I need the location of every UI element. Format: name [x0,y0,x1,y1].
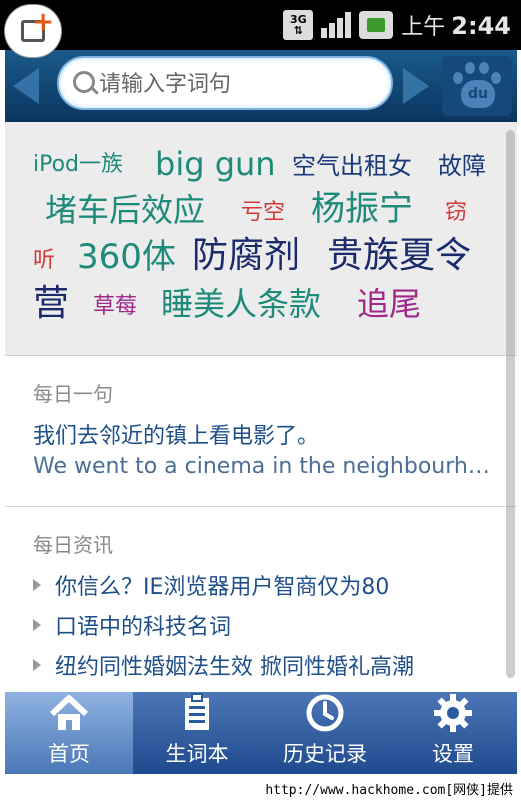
tab-history[interactable]: 历史记录 [261,692,389,774]
news-item-label: 纽约同性婚姻法生效 掀同性婚礼高潮 [55,655,414,680]
back-arrow-icon[interactable] [13,68,39,104]
status-bar: 3G ⇅ 上午 2:44 [0,0,521,50]
status-indicators: 3G ⇅ 上午 2:44 [283,8,511,42]
gear-icon [434,694,472,732]
hot-word[interactable]: 草莓 [93,296,137,318]
bullet-arrow-icon [33,619,41,631]
tab-wordbook[interactable]: 生词本 [133,692,261,774]
search-icon [73,71,95,93]
hot-word[interactable]: 防腐剂 [192,238,300,274]
hot-word[interactable]: 听 [33,250,55,272]
clock-ampm: 上午 [401,15,446,40]
search-input[interactable] [97,68,381,100]
hot-word[interactable]: 营 [33,286,69,322]
hot-word[interactable]: 睡美人条款 [161,288,321,320]
daily-sentence-english: We went to a cinema in the neighbourhood… [33,454,493,479]
bottom-tab-bar: 首页 生词本 历史记录 设置 [5,692,517,774]
clock-time: 2:44 [451,12,511,40]
tab-home-label: 首页 [48,742,90,766]
news-item-label: 口语中的科技名词 [55,615,232,640]
hot-word[interactable]: 窃 [445,202,467,224]
tab-settings-label: 设置 [432,742,474,766]
news-item[interactable]: 你信么？IE浏览器用户智商仅为80 [33,569,389,601]
search-field[interactable] [57,56,393,110]
hot-word[interactable]: 堵车后效应 [45,194,205,226]
watermark-bar: http://www.hackhome.com[网侠]提供 [0,776,521,803]
tab-wordbook-label: 生词本 [165,742,229,766]
baidu-logo-text: du [461,80,495,108]
hot-word[interactable]: 故障 [438,154,486,178]
forward-arrow-icon[interactable] [403,68,429,104]
tab-history-label: 历史记录 [283,742,367,766]
hot-word[interactable]: 杨振宁 [311,192,413,226]
hot-word[interactable]: 追尾 [357,288,421,320]
app-window: 3G ⇅ 上午 2:44 + 请输入字词句 du iPod一族 big gun … [0,0,521,803]
network-3g-icon: 3G ⇅ [283,10,314,40]
data-arrows-icon: ⇅ [293,24,303,37]
clock-icon [306,694,344,732]
hot-word[interactable]: 贵族夏令 [327,238,471,274]
news-item[interactable]: 纽约同性婚姻法生效 掀同性婚礼高潮 [33,649,414,681]
search-bar: du [5,50,517,122]
hot-word[interactable]: 空气出租女 [292,154,412,178]
tab-home[interactable]: 首页 [5,692,133,774]
notebook-icon [185,693,209,730]
daily-news-section: 每日资讯 你信么？IE浏览器用户智商仅为80 口语中的科技名词 纽约同性婚姻法生… [5,507,517,692]
home-icon [49,695,89,730]
daily-sentence-section[interactable]: 每日一句 我们去邻近的镇上看电影了。 We went to a cinema i… [5,356,517,507]
bullet-arrow-icon [33,579,41,591]
news-item-label: 你信么？IE浏览器用户智商仅为80 [55,575,390,600]
baidu-search-button[interactable]: du [442,56,512,116]
baidu-paw-icon: du [449,62,505,110]
signal-strength-icon [321,12,352,38]
hot-word[interactable]: big gun [155,148,276,180]
battery-icon [359,11,394,39]
hot-word[interactable]: 亏空 [241,202,285,224]
hot-word[interactable]: 360体 [77,240,176,274]
daily-news-title: 每日资讯 [33,533,113,557]
status-clock: 上午 2:44 [401,9,511,41]
hot-word[interactable]: iPod一族 [33,154,123,176]
tab-settings[interactable]: 设置 [389,692,517,774]
hot-words-cloud: iPod一族 big gun 空气出租女 故障 堵车后效应 亏空 杨振宁 窃 听… [5,122,517,356]
news-item[interactable]: 口语中的科技名词 [33,609,231,641]
bullet-arrow-icon [33,659,41,671]
main-content: iPod一族 big gun 空气出租女 故障 堵车后效应 亏空 杨振宁 窃 听… [5,122,517,692]
daily-sentence-chinese: 我们去邻近的镇上看电影了。 [33,424,320,449]
scrollbar[interactable] [506,130,515,678]
watermark-text: http://www.hackhome.com[网侠]提供 [265,783,513,798]
add-shortcut-icon[interactable]: + [5,5,61,57]
daily-sentence-title: 每日一句 [33,382,113,406]
